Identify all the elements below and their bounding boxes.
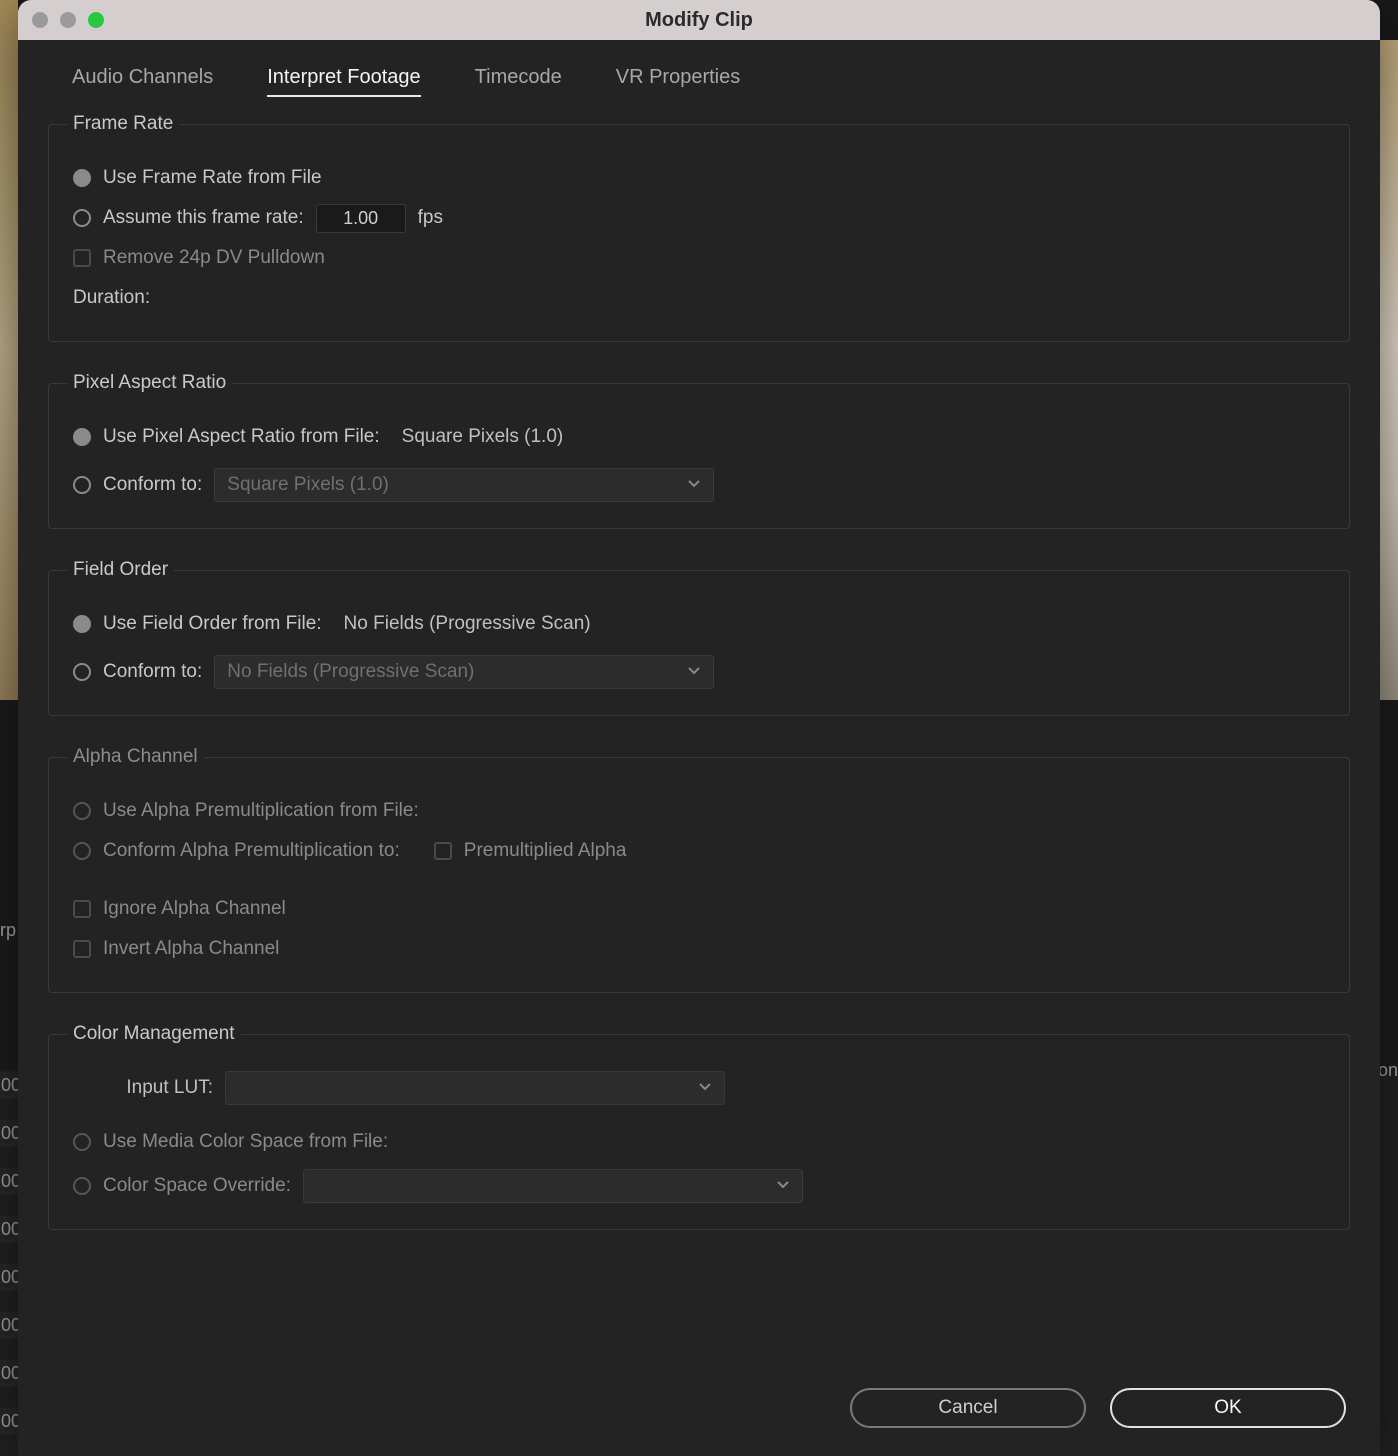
ok-button[interactable]: OK (1110, 1388, 1346, 1428)
background-strip-left (0, 0, 18, 700)
cancel-button[interactable]: Cancel (850, 1388, 1086, 1428)
field-order-group: Field Order Use Field Order from File: N… (48, 559, 1350, 716)
chevron-down-icon (687, 473, 701, 495)
framerate-value-input[interactable] (316, 204, 406, 233)
pixel-aspect-group: Pixel Aspect Ratio Use Pixel Aspect Rati… (48, 372, 1350, 529)
par-from-file-value: Square Pixels (1.0) (402, 426, 564, 448)
alpha-from-file-radio (73, 802, 91, 820)
fieldorder-from-file-label: Use Field Order from File: (103, 613, 322, 635)
traffic-lights (32, 12, 104, 28)
fieldorder-from-file-radio[interactable] (73, 615, 91, 633)
input-lut-label: Input LUT: (73, 1077, 213, 1099)
premultiplied-checkbox (434, 842, 452, 860)
fieldorder-conform-select[interactable]: No Fields (Progressive Scan) (214, 655, 714, 689)
invert-alpha-label: Invert Alpha Channel (103, 938, 279, 960)
frame-rate-legend: Frame Rate (67, 113, 179, 135)
colorspace-from-file-radio (73, 1133, 91, 1151)
alpha-legend: Alpha Channel (67, 746, 204, 768)
alpha-conform-label: Conform Alpha Premultiplication to: (103, 840, 400, 862)
ignore-alpha-label: Ignore Alpha Channel (103, 898, 286, 920)
color-management-group: Color Management Input LUT: Use Media Co… (48, 1023, 1350, 1230)
dialog-buttons: Cancel OK (48, 1388, 1350, 1432)
par-conform-value: Square Pixels (1.0) (227, 474, 389, 496)
chevron-down-icon (687, 660, 701, 682)
par-conform-select[interactable]: Square Pixels (1.0) (214, 468, 714, 502)
remove-pulldown-checkbox (73, 249, 91, 267)
alpha-conform-radio (73, 842, 91, 860)
invert-alpha-checkbox (73, 940, 91, 958)
background-text-left: rp (0, 920, 16, 941)
titlebar: Modify Clip (18, 0, 1380, 40)
background-text-right: on (1378, 1060, 1398, 1081)
maximize-icon[interactable] (88, 12, 104, 28)
remove-pulldown-label: Remove 24p DV Pulldown (103, 247, 325, 269)
color-management-legend: Color Management (67, 1023, 241, 1045)
fieldorder-from-file-value: No Fields (Progressive Scan) (344, 613, 591, 635)
par-from-file-label: Use Pixel Aspect Ratio from File: (103, 426, 380, 448)
fieldorder-conform-radio[interactable] (73, 663, 91, 681)
alpha-from-file-label: Use Alpha Premultiplication from File: (103, 800, 419, 822)
close-icon[interactable] (32, 12, 48, 28)
fps-label: fps (418, 207, 443, 229)
modify-clip-dialog: Modify Clip Audio Channels Interpret Foo… (18, 0, 1380, 1456)
par-from-file-radio[interactable] (73, 428, 91, 446)
framerate-from-file-label: Use Frame Rate from File (103, 167, 322, 189)
premultiplied-label: Premultiplied Alpha (464, 840, 627, 862)
frame-rate-group: Frame Rate Use Frame Rate from File Assu… (48, 113, 1350, 342)
pixel-aspect-legend: Pixel Aspect Ratio (67, 372, 232, 394)
colorspace-override-select (303, 1169, 803, 1203)
tab-interpret-footage[interactable]: Interpret Footage (267, 66, 420, 97)
colorspace-from-file-label: Use Media Color Space from File: (103, 1131, 388, 1153)
tab-vr-properties[interactable]: VR Properties (616, 66, 741, 97)
colorspace-override-label: Color Space Override: (103, 1175, 291, 1197)
minimize-icon[interactable] (60, 12, 76, 28)
alpha-channel-group: Alpha Channel Use Alpha Premultiplicatio… (48, 746, 1350, 993)
fieldorder-conform-label: Conform to: (103, 661, 202, 683)
framerate-assume-radio[interactable] (73, 209, 91, 227)
background-strip-right (1380, 40, 1398, 800)
chevron-down-icon (698, 1076, 712, 1098)
framerate-from-file-radio[interactable] (73, 169, 91, 187)
field-order-legend: Field Order (67, 559, 174, 581)
colorspace-override-radio (73, 1177, 91, 1195)
dialog-content: Audio Channels Interpret Footage Timecod… (18, 40, 1380, 1456)
tabs: Audio Channels Interpret Footage Timecod… (48, 66, 1350, 113)
par-conform-radio[interactable] (73, 476, 91, 494)
par-conform-label: Conform to: (103, 474, 202, 496)
chevron-down-icon (776, 1174, 790, 1196)
framerate-assume-label: Assume this frame rate: (103, 207, 304, 229)
tab-timecode[interactable]: Timecode (475, 66, 562, 97)
input-lut-select[interactable] (225, 1071, 725, 1105)
duration-label: Duration: (73, 287, 150, 309)
ignore-alpha-checkbox (73, 900, 91, 918)
tab-audio-channels[interactable]: Audio Channels (72, 66, 213, 97)
window-title: Modify Clip (18, 9, 1380, 32)
fieldorder-conform-value: No Fields (Progressive Scan) (227, 661, 474, 683)
